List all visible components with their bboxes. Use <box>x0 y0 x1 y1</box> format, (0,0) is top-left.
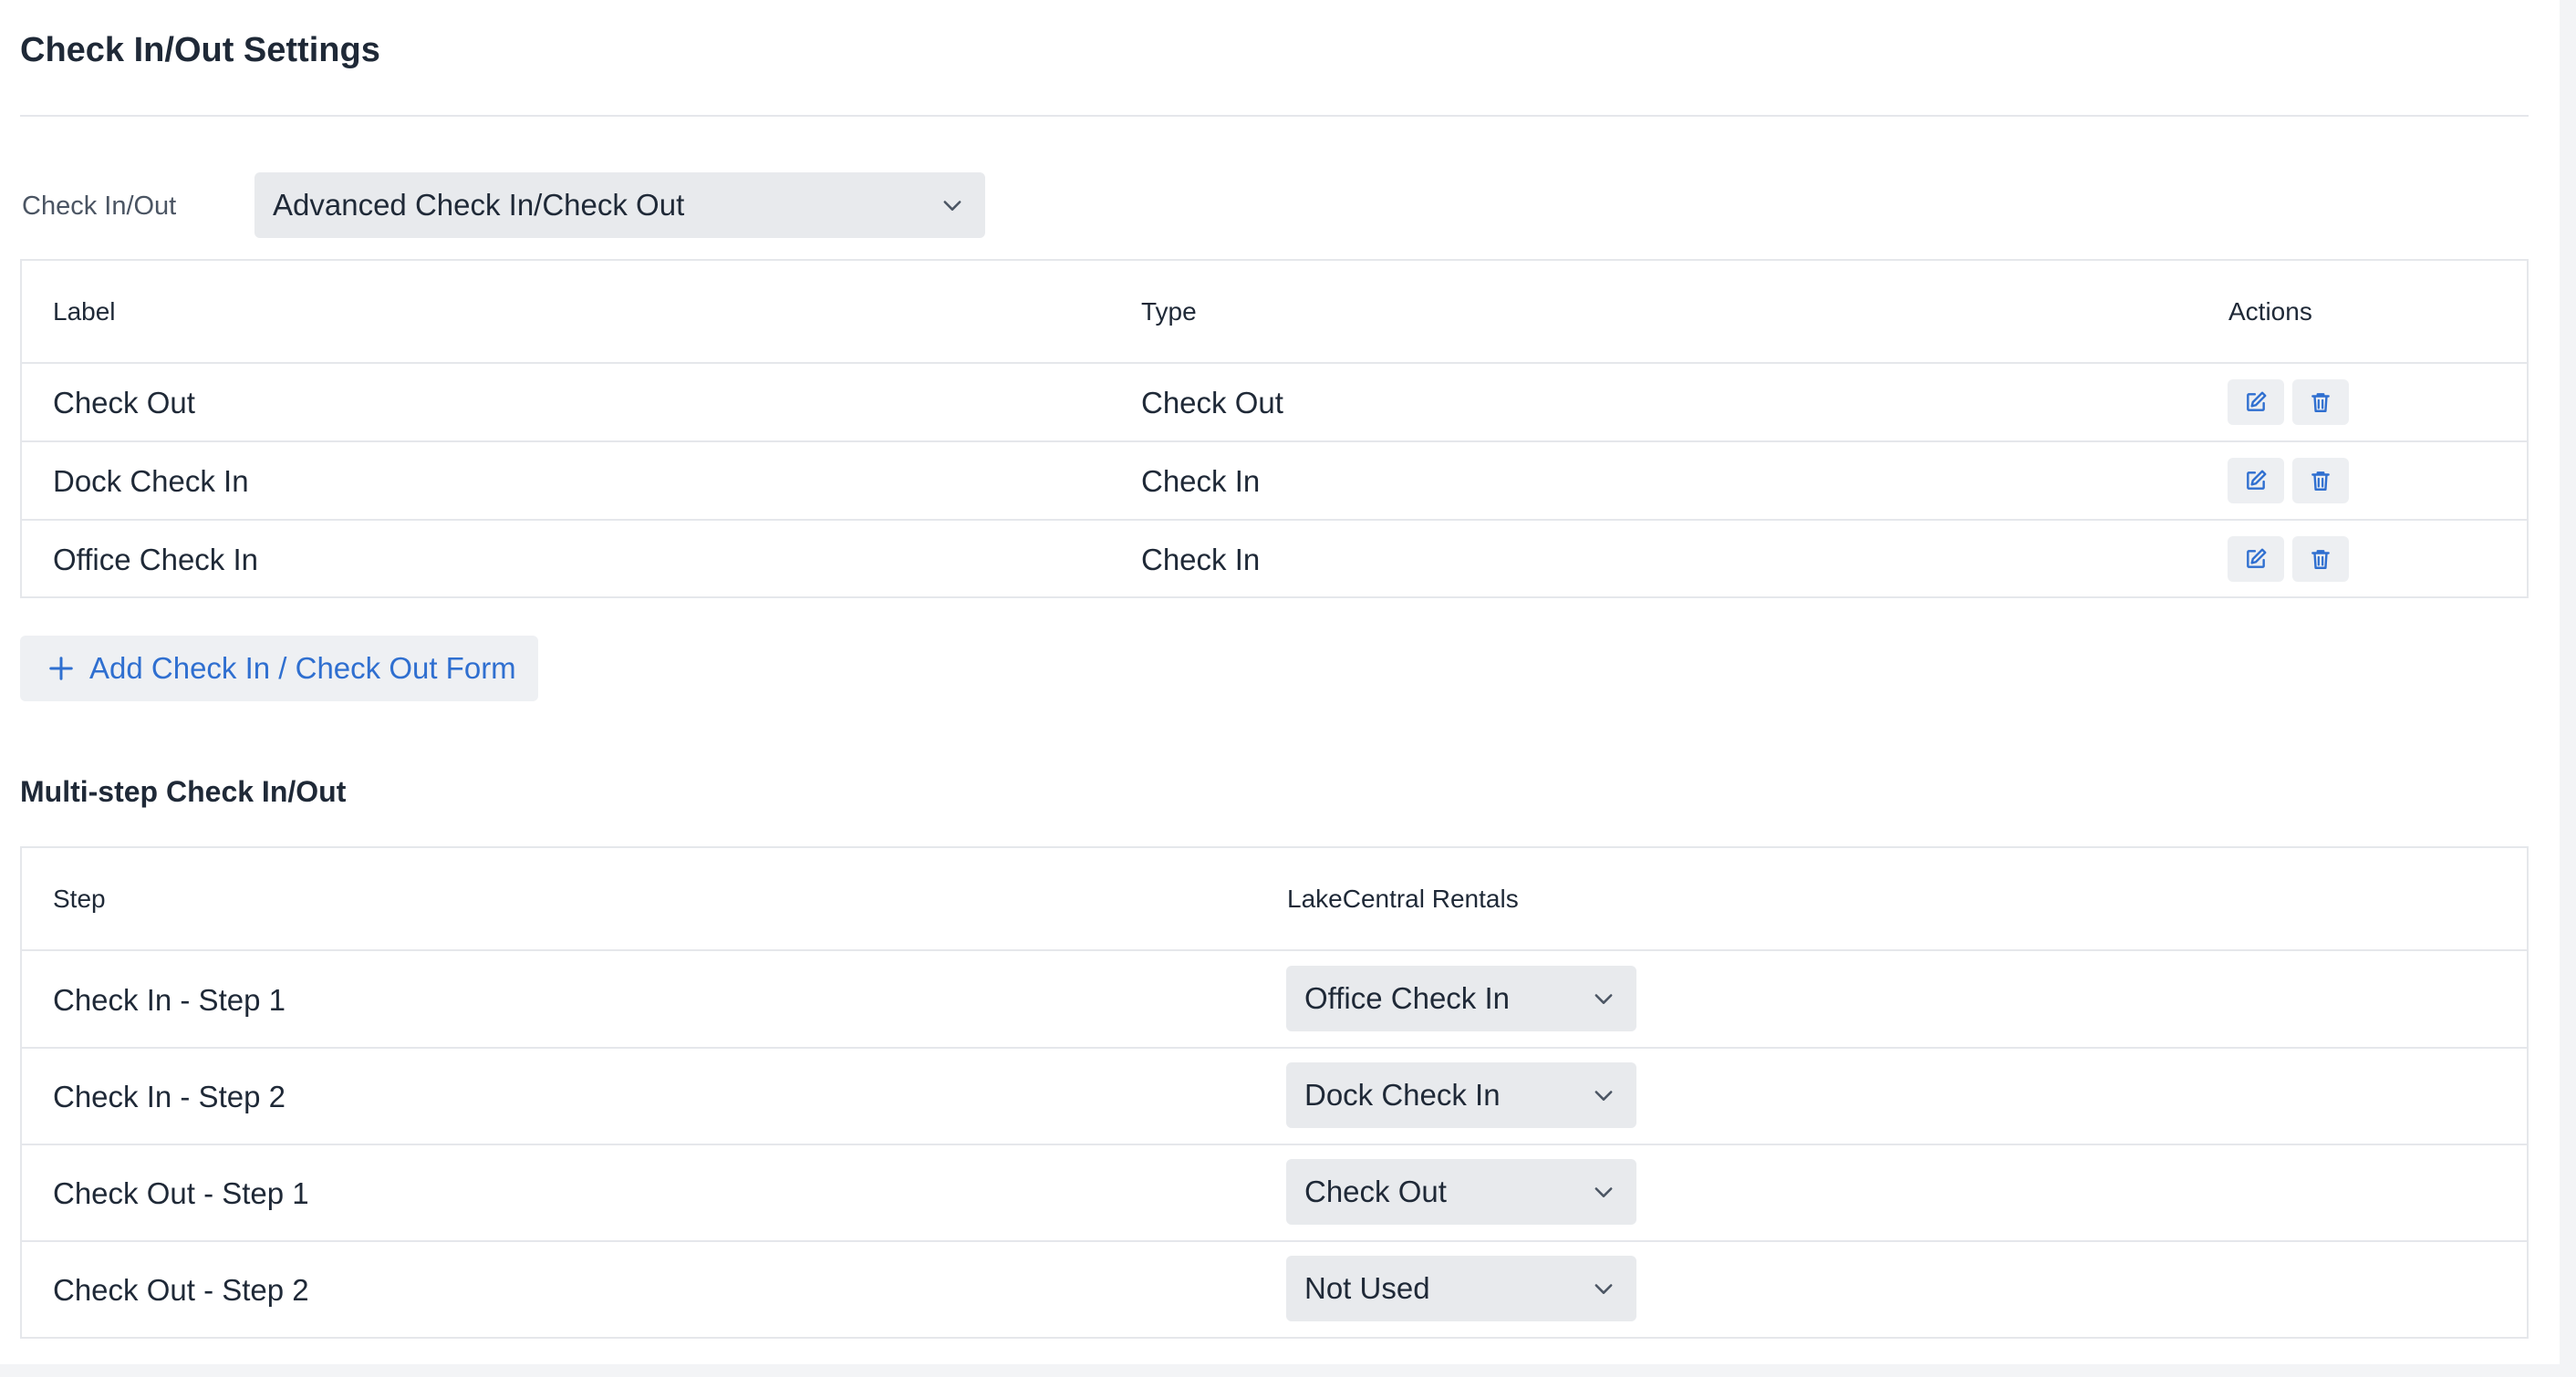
step-form-value: Office Check In <box>1304 981 1510 1015</box>
plus-icon <box>49 657 73 680</box>
settings-page: Check In/Out Settings Check In/Out Advan… <box>0 0 2560 1364</box>
multistep-section-title: Multi-step Check In/Out <box>20 775 347 808</box>
row-divider <box>22 1240 2527 1242</box>
forms-table: Label Type Actions Check Out Check Out D… <box>20 259 2529 598</box>
check-in-out-mode-select[interactable]: Advanced Check In/Check Out <box>254 172 985 238</box>
step-form-value: Check Out <box>1304 1175 1447 1208</box>
step-form-select[interactable]: Not Used <box>1286 1256 1636 1321</box>
edit-button[interactable] <box>2228 458 2284 503</box>
header-divider <box>22 362 2527 364</box>
step-row-label: Check In - Step 2 <box>53 1080 286 1113</box>
step-form-select[interactable]: Check Out <box>1286 1159 1636 1225</box>
chevron-down-icon <box>1594 1284 1613 1294</box>
scrollbar-track[interactable] <box>2560 0 2576 1377</box>
add-button-label: Add Check In / Check Out Form <box>89 651 516 685</box>
step-row-label: Check Out - Step 1 <box>53 1176 309 1210</box>
delete-button[interactable] <box>2292 458 2349 503</box>
trash-icon <box>2311 393 2330 412</box>
step-form-select[interactable]: Office Check In <box>1286 966 1636 1031</box>
page-title: Check In/Out Settings <box>20 31 380 69</box>
edit-icon <box>2247 391 2267 411</box>
form-row-type: Check Out <box>1141 386 1283 419</box>
column-header-step: Step <box>53 885 106 913</box>
column-header-actions: Actions <box>2228 297 2312 326</box>
form-row-label: Office Check In <box>53 543 258 576</box>
chevron-down-icon <box>1594 1187 1613 1197</box>
header-divider <box>22 949 2527 951</box>
form-row-label: Dock Check In <box>53 464 249 498</box>
title-divider <box>20 115 2529 117</box>
edit-button[interactable] <box>2228 536 2284 582</box>
step-form-value: Dock Check In <box>1304 1078 1501 1112</box>
delete-button[interactable] <box>2292 536 2349 582</box>
step-form-select[interactable]: Dock Check In <box>1286 1062 1636 1128</box>
trash-icon <box>2311 550 2330 569</box>
chevron-down-icon <box>1594 994 1613 1004</box>
column-header-location: LakeCentral Rentals <box>1287 885 1519 913</box>
multistep-table: Step LakeCentral Rentals Check In - Step… <box>20 846 2529 1339</box>
check-in-out-mode-value: Advanced Check In/Check Out <box>273 188 685 222</box>
edit-button[interactable] <box>2228 379 2284 425</box>
row-divider <box>22 440 2527 442</box>
form-row-type: Check In <box>1141 464 1261 498</box>
trash-icon <box>2311 471 2330 491</box>
delete-button[interactable] <box>2292 379 2349 425</box>
step-form-value: Not Used <box>1304 1271 1430 1305</box>
add-check-in-out-form-button[interactable]: Add Check In / Check Out Form <box>20 636 538 701</box>
edit-icon <box>2247 548 2267 568</box>
form-row-label: Check Out <box>53 386 195 419</box>
column-header-label: Label <box>53 297 116 326</box>
row-divider <box>22 519 2527 521</box>
page-bottom-band <box>0 1364 2576 1377</box>
row-divider <box>22 1144 2527 1145</box>
column-header-type: Type <box>1141 297 1197 326</box>
step-row-label: Check In - Step 1 <box>53 983 286 1017</box>
check-in-out-mode-label: Check In/Out <box>22 192 177 221</box>
row-divider <box>22 1047 2527 1049</box>
chevron-down-icon <box>943 201 961 211</box>
step-row-label: Check Out - Step 2 <box>53 1273 309 1307</box>
form-row-type: Check In <box>1141 543 1261 576</box>
edit-icon <box>2247 470 2267 490</box>
chevron-down-icon <box>1594 1091 1613 1101</box>
